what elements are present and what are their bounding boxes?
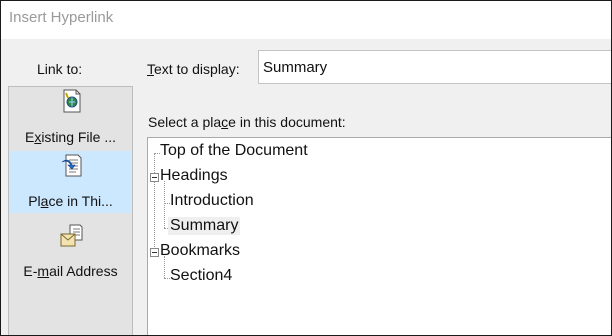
- tree-connector: [164, 256, 165, 278]
- collapse-toggle-icon[interactable]: [150, 248, 159, 257]
- collapse-toggle-icon[interactable]: [150, 173, 159, 182]
- tree-connector: [154, 153, 155, 257]
- document-place-tree[interactable]: Top of the Document Headings Introductio…: [147, 137, 611, 335]
- email-envelope-icon: [60, 224, 83, 247]
- tree-connector: [164, 181, 165, 228]
- sidebar-item-place-in-document[interactable]: Place in Thi...: [10, 151, 131, 213]
- sidebar-item-label: E-mail Address: [23, 263, 118, 279]
- insert-hyperlink-dialog: Insert Hyperlink Link to: Existing File …: [0, 0, 612, 336]
- tree-node-headings[interactable]: Headings: [160, 167, 228, 185]
- sidebar-item-email-address[interactable]: E-mail Address: [10, 221, 131, 283]
- sidebar-item-label: Existing File ...: [24, 129, 117, 145]
- sidebar-item-label: Place in Thi...: [28, 193, 113, 209]
- select-place-label: Select a place in this document:: [148, 114, 346, 130]
- link-to-label: Link to:: [37, 61, 83, 77]
- dialog-title-bar: Insert Hyperlink: [1, 1, 611, 39]
- tree-node-top-of-document[interactable]: Top of the Document: [160, 142, 308, 160]
- text-to-display-input[interactable]: [258, 50, 611, 84]
- tree-node-summary[interactable]: Summary: [168, 217, 241, 235]
- dialog-title: Insert Hyperlink: [9, 9, 114, 26]
- document-place-icon: [61, 154, 82, 177]
- sidebar-item-existing-file[interactable]: Existing File ...: [10, 87, 131, 149]
- tree-node-section4[interactable]: Section4: [170, 267, 232, 285]
- tree-node-bookmarks[interactable]: Bookmarks: [160, 242, 240, 260]
- text-to-display-label: Text to display:: [147, 61, 240, 77]
- tree-node-introduction[interactable]: Introduction: [170, 192, 254, 210]
- link-to-sidebar: Existing File ... Place in Thi... E-mail…: [8, 86, 133, 335]
- file-icon: [63, 89, 81, 113]
